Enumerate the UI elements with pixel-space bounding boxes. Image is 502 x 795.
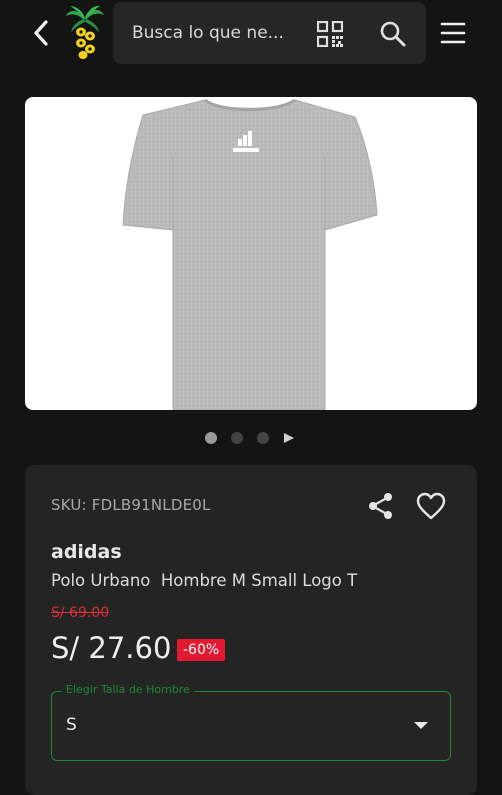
product-info-card: SKU: FDLB91NLDE0L adidas Polo Urbano Hom… <box>25 465 477 795</box>
product-name: Polo Urbano Hombre M Small Logo T <box>51 571 358 590</box>
play-icon[interactable] <box>283 432 295 444</box>
tshirt-image <box>122 98 378 410</box>
carousel-dot[interactable] <box>205 432 217 444</box>
size-select[interactable]: Elegir Talla de Hombre S <box>51 683 451 761</box>
carousel-dot[interactable] <box>231 432 243 444</box>
carousel-indicator <box>0 428 502 448</box>
back-arrow-icon <box>34 20 48 46</box>
heart-icon[interactable] <box>415 491 447 521</box>
search-icon[interactable] <box>379 20 407 48</box>
product-image[interactable] <box>25 97 477 410</box>
share-icon[interactable] <box>366 491 396 521</box>
qr-code-icon[interactable] <box>317 21 343 47</box>
chevron-down-icon <box>414 722 428 729</box>
size-select-value: S <box>66 715 77 735</box>
current-price: S/ 27.60 <box>51 631 172 665</box>
brand-logo[interactable] <box>64 4 106 60</box>
hamburger-menu-icon[interactable] <box>440 20 466 46</box>
top-bar: Busca lo que ne... <box>0 0 502 66</box>
size-select-label: Elegir Talla de Hombre <box>62 683 194 696</box>
carousel-dot[interactable] <box>257 432 269 444</box>
search-bar[interactable]: Busca lo que ne... <box>113 2 426 64</box>
back-button[interactable] <box>26 14 56 52</box>
product-sku: SKU: FDLB91NLDE0L <box>51 496 211 514</box>
palm-logo-icon <box>66 5 104 59</box>
product-brand: adidas <box>51 541 122 563</box>
discount-badge: -60% <box>177 639 226 661</box>
original-price: S/ 69.00 <box>51 605 110 621</box>
search-input[interactable]: Busca lo que ne... <box>132 2 284 64</box>
